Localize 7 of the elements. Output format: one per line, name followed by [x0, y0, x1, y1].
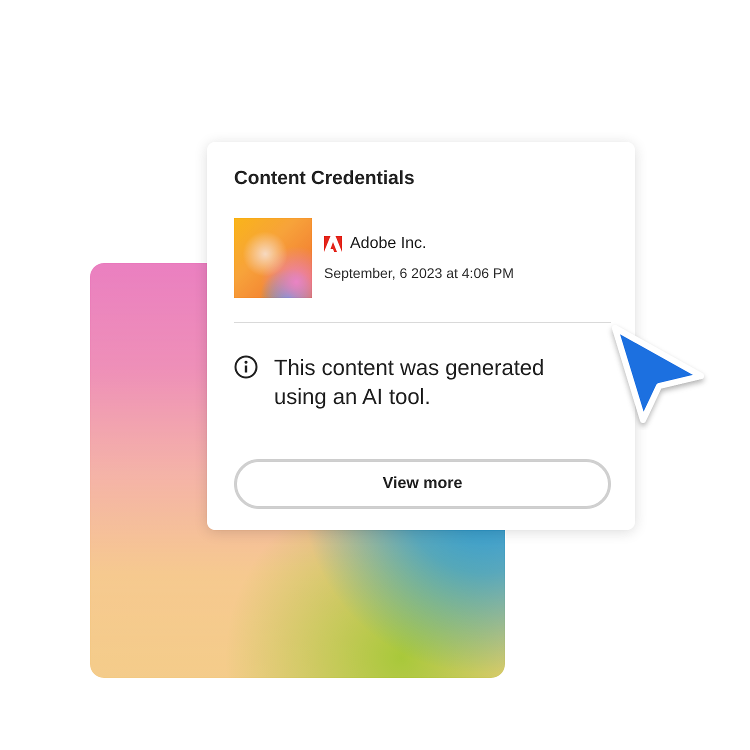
issuer-name: Adobe Inc. — [350, 235, 426, 253]
card-title: Content Credentials — [234, 168, 416, 190]
ai-notice-text: This content was generated using an AI tool. — [274, 354, 546, 411]
signed-date: September, 6 2023 at 4:06 PM — [324, 265, 514, 281]
info-icon — [234, 355, 258, 379]
view-more-button[interactable]: View more — [234, 459, 611, 509]
logo-icon — [324, 236, 342, 252]
